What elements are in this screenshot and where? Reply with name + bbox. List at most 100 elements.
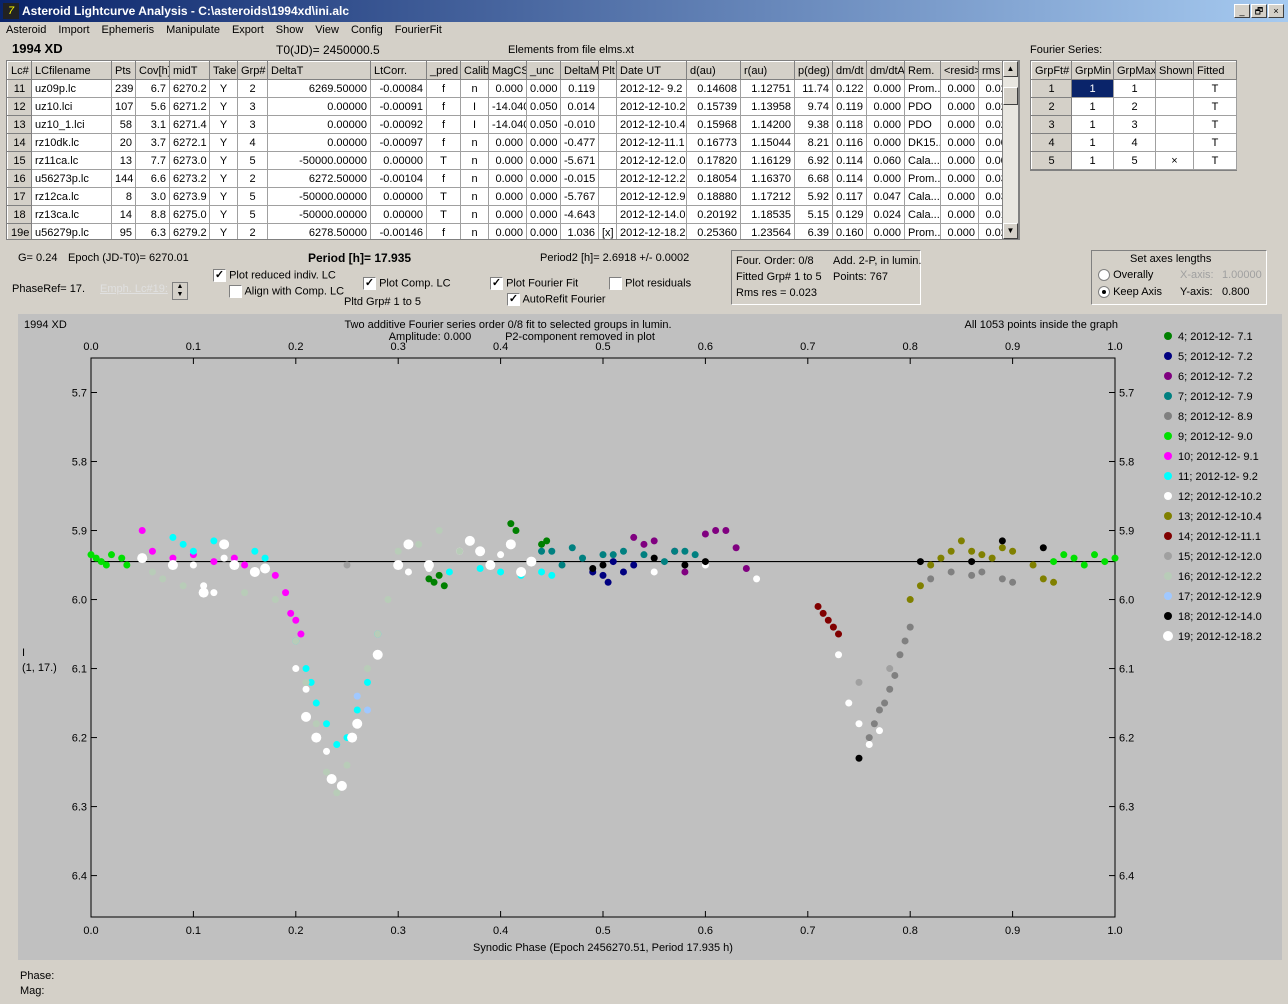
table-cell[interactable]: Cala... bbox=[904, 151, 941, 170]
table-cell[interactable]: 9.38 bbox=[794, 115, 833, 134]
autorefit-checkbox[interactable]: ✓ AutoRefit Fourier bbox=[507, 293, 606, 306]
table-cell[interactable]: 2 bbox=[237, 169, 268, 188]
table-cell[interactable]: u56273p.lc bbox=[31, 169, 112, 188]
lightcurve-plot[interactable]: 1994 XD Two additive Fourier series order… bbox=[18, 314, 1282, 960]
fourier-row[interactable]: 212 T bbox=[1031, 97, 1237, 116]
lc-col-header[interactable]: Take bbox=[209, 61, 238, 80]
fourier-cell[interactable]: × bbox=[1155, 151, 1194, 170]
table-cell[interactable]: 1.18535 bbox=[740, 205, 795, 224]
table-cell[interactable]: 13 bbox=[7, 115, 32, 134]
lc-col-header[interactable]: <resid> bbox=[940, 61, 979, 80]
table-cell[interactable]: 2 bbox=[237, 223, 268, 239]
table-cell[interactable]: 0.15968 bbox=[686, 115, 741, 134]
fourier-cell[interactable]: 1 bbox=[1071, 133, 1114, 152]
table-cell[interactable]: rz10dk.lc bbox=[31, 133, 112, 152]
table-cell[interactable]: -0.00146 bbox=[370, 223, 427, 239]
table-cell[interactable] bbox=[598, 133, 617, 152]
table-cell[interactable]: 0.000 bbox=[488, 79, 527, 98]
table-cell[interactable]: Prom... bbox=[904, 79, 941, 98]
table-cell[interactable]: 0.14608 bbox=[686, 79, 741, 98]
fourier-row[interactable]: 5 1 5 × T bbox=[1031, 151, 1237, 170]
lc-col-header[interactable]: LtCorr. bbox=[370, 61, 427, 80]
table-cell[interactable]: 0.000 bbox=[940, 169, 979, 188]
table-cell[interactable]: -0.00084 bbox=[370, 79, 427, 98]
table-cell[interactable]: 2012-12-14.0 bbox=[616, 205, 687, 224]
table-cell[interactable]: 0.00000 bbox=[267, 133, 371, 152]
table-cell[interactable]: 0.000 bbox=[526, 133, 561, 152]
table-cell[interactable]: 0.024 bbox=[866, 205, 905, 224]
table-cell[interactable]: 5.6 bbox=[135, 97, 170, 116]
table-cell[interactable]: 1.15044 bbox=[740, 133, 795, 152]
table-cell[interactable]: uz10_1.lci bbox=[31, 115, 112, 134]
table-cell[interactable]: 239 bbox=[111, 79, 136, 98]
table-cell[interactable]: 0.000 bbox=[940, 205, 979, 224]
table-cell[interactable]: 6.39 bbox=[794, 223, 833, 239]
lc-col-header[interactable]: LCfilename bbox=[31, 61, 112, 80]
table-cell[interactable]: 11.74 bbox=[794, 79, 833, 98]
menu-import[interactable]: Import bbox=[52, 22, 95, 38]
table-cell[interactable]: Y bbox=[209, 223, 238, 239]
menu-ephemeris[interactable]: Ephemeris bbox=[96, 22, 161, 38]
table-cell[interactable]: Y bbox=[209, 151, 238, 170]
table-cell[interactable]: 0.16773 bbox=[686, 133, 741, 152]
fourier-cell[interactable]: 1 bbox=[1071, 115, 1114, 134]
lc-col-header[interactable]: MagCS bbox=[488, 61, 527, 80]
lc-table-scrollbar[interactable]: ▲ ▼ bbox=[1002, 60, 1019, 240]
table-cell[interactable]: 0.000 bbox=[866, 133, 905, 152]
fourier-cell[interactable]: 3 bbox=[1113, 115, 1156, 134]
table-cell[interactable]: 2012-12-10.2 bbox=[616, 97, 687, 116]
table-cell[interactable]: 18 bbox=[7, 205, 32, 224]
table-cell[interactable]: 14 bbox=[111, 205, 136, 224]
plot-residuals-checkbox[interactable]: Plot residuals bbox=[609, 277, 691, 290]
table-cell[interactable]: n bbox=[460, 79, 489, 98]
fourier-cell[interactable] bbox=[1155, 97, 1194, 116]
table-cell[interactable]: 0.000 bbox=[866, 223, 905, 239]
table-cell[interactable]: 1.16370 bbox=[740, 169, 795, 188]
table-cell[interactable]: n bbox=[460, 151, 489, 170]
table-cell[interactable]: 11 bbox=[7, 79, 32, 98]
table-cell[interactable]: 0.060 bbox=[866, 151, 905, 170]
table-cell[interactable]: -0.00091 bbox=[370, 97, 427, 116]
table-cell[interactable]: -5.671 bbox=[560, 151, 599, 170]
table-cell[interactable]: 0.000 bbox=[526, 187, 561, 206]
table-cell[interactable]: -5.767 bbox=[560, 187, 599, 206]
table-cell[interactable]: 5.15 bbox=[794, 205, 833, 224]
table-row[interactable]: 13 uz10_1.lci 58 3.1 6271.4 Y 3 0.00000 -0.00092… bbox=[7, 115, 1017, 134]
table-cell[interactable] bbox=[598, 205, 617, 224]
table-cell[interactable]: 0.00000 bbox=[267, 115, 371, 134]
table-cell[interactable]: f bbox=[426, 169, 461, 188]
keep-axis-radio[interactable]: Keep Axis bbox=[1098, 286, 1162, 299]
table-cell[interactable]: 2012-12-12.0 bbox=[616, 151, 687, 170]
table-cell[interactable]: 6271.4 bbox=[169, 115, 210, 134]
table-row[interactable]: 18 rz13ca.lc 14 8.8 6275.0 Y 5 -50000.00000 0.00… bbox=[7, 205, 1017, 224]
table-cell[interactable]: 1.036 bbox=[560, 223, 599, 239]
fourier-cell[interactable]: 1 bbox=[1113, 79, 1156, 98]
lc-col-header[interactable]: Cov[h] bbox=[135, 61, 170, 80]
table-cell[interactable]: 9.74 bbox=[794, 97, 833, 116]
table-cell[interactable]: 0.000 bbox=[526, 79, 561, 98]
table-cell[interactable]: uz10.lci bbox=[31, 97, 112, 116]
table-cell[interactable]: 0.000 bbox=[940, 151, 979, 170]
lc-col-header[interactable]: _unc bbox=[526, 61, 561, 80]
fourier-cell[interactable] bbox=[1155, 115, 1194, 134]
table-cell[interactable]: Y bbox=[209, 79, 238, 98]
table-cell[interactable]: 0.000 bbox=[488, 187, 527, 206]
table-cell[interactable]: 6.3 bbox=[135, 223, 170, 239]
table-cell[interactable]: 6269.50000 bbox=[267, 79, 371, 98]
align-checkbox[interactable]: Align with Comp. LC bbox=[229, 285, 344, 298]
fourier-cell[interactable]: T bbox=[1193, 115, 1237, 134]
fourier-col-header[interactable]: GrpMin bbox=[1071, 61, 1114, 80]
table-cell[interactable]: 0.00000 bbox=[370, 205, 427, 224]
table-cell[interactable]: 0.17820 bbox=[686, 151, 741, 170]
table-cell[interactable]: 0.122 bbox=[832, 79, 867, 98]
table-cell[interactable]: 7.7 bbox=[135, 151, 170, 170]
plot-comp-checkbox[interactable]: ✓ Plot Comp. LC bbox=[363, 277, 451, 290]
table-cell[interactable]: 3.0 bbox=[135, 187, 170, 206]
table-cell[interactable]: rz13ca.lc bbox=[31, 205, 112, 224]
table-cell[interactable]: Prom... bbox=[904, 223, 941, 239]
fourier-cell[interactable]: 1 bbox=[1071, 151, 1114, 170]
fourier-cell[interactable]: 1 bbox=[1071, 97, 1114, 116]
fourier-col-header[interactable]: Shown bbox=[1155, 61, 1194, 80]
table-cell[interactable]: n bbox=[460, 205, 489, 224]
table-cell[interactable]: rz11ca.lc bbox=[31, 151, 112, 170]
